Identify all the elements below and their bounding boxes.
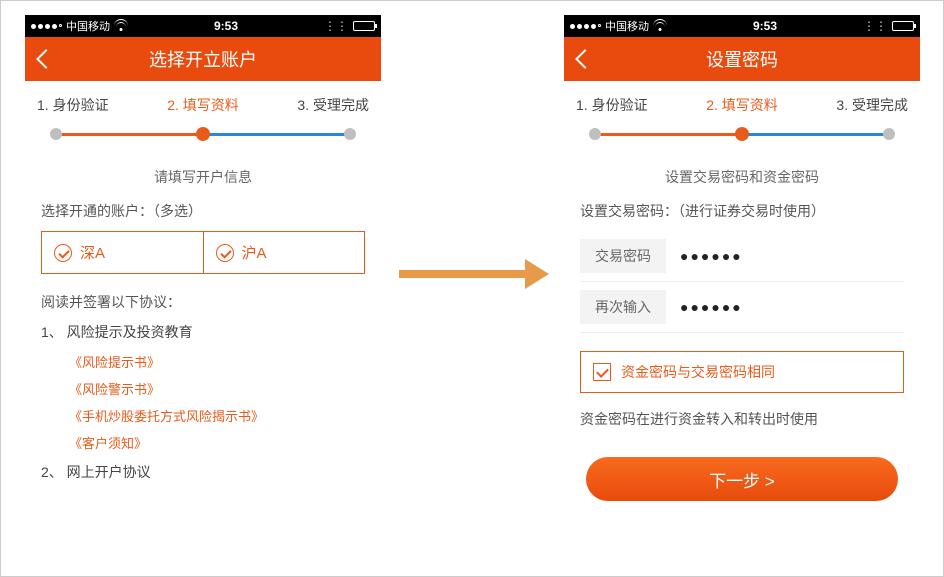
section-subtitle: 设置交易密码和资金密码 bbox=[564, 167, 920, 187]
agreement-link[interactable]: 《手机炒股委托方式风险揭示书》 bbox=[69, 406, 365, 425]
confirm-password-row: 再次输入 ●●●●●● bbox=[580, 282, 904, 333]
fund-password-note: 资金密码在进行资金转入和转出时使用 bbox=[580, 409, 904, 429]
agreement-link[interactable]: 《风险提示书》 bbox=[69, 352, 365, 371]
option-shen-a[interactable]: 深A bbox=[42, 232, 203, 273]
bluetooth-icon: ⋮⋮ bbox=[324, 19, 348, 33]
agreement-link[interactable]: 《风险警示书》 bbox=[69, 379, 365, 398]
transition-arrow-icon bbox=[399, 263, 549, 285]
confirm-password-input[interactable]: ●●●●●● bbox=[680, 299, 743, 315]
dual-phone-frame: 中国移动 9:53 ⋮⋮ 选择开立账户 1. 身份验证 2. 填写资料 3. 受… bbox=[0, 0, 944, 577]
checkbox-icon bbox=[593, 363, 611, 381]
status-time: 9:53 bbox=[214, 19, 238, 33]
back-button[interactable] bbox=[574, 48, 588, 70]
carrier-label: 中国移动 bbox=[66, 18, 110, 34]
step-track bbox=[55, 125, 351, 145]
confirm-password-label: 再次输入 bbox=[580, 290, 666, 324]
status-bar: 中国移动 9:53 ⋮⋮ bbox=[564, 15, 920, 37]
bluetooth-icon: ⋮⋮ bbox=[863, 19, 887, 33]
section-subtitle: 请填写开户信息 bbox=[25, 167, 381, 187]
step-2-label: 2. 填写资料 bbox=[167, 95, 239, 115]
navbar: 选择开立账户 bbox=[25, 37, 381, 81]
step-1-label: 1. 身份验证 bbox=[576, 95, 648, 115]
battery-icon bbox=[892, 21, 914, 31]
status-bar: 中国移动 9:53 ⋮⋮ bbox=[25, 15, 381, 37]
step-indicator: 1. 身份验证 2. 填写资料 3. 受理完成 bbox=[25, 81, 381, 149]
set-trade-password-label: 设置交易密码：（进行证券交易时使用） bbox=[580, 201, 904, 221]
check-icon bbox=[216, 244, 234, 262]
wifi-icon bbox=[653, 21, 667, 31]
page-title: 设置密码 bbox=[706, 46, 778, 72]
accounts-label: 选择开通的账户：（多选） bbox=[41, 201, 365, 221]
carrier-label: 中国移动 bbox=[605, 18, 649, 34]
phone-right: 中国移动 9:53 ⋮⋮ 设置密码 1. 身份验证 2. 填写资料 3. 受理完… bbox=[564, 15, 920, 563]
agreement-section-1: 1、 风险提示及投资教育 bbox=[41, 322, 365, 342]
agreement-section-2: 2、 网上开户协议 bbox=[41, 462, 365, 482]
next-step-button[interactable]: 下一步 > bbox=[586, 457, 898, 501]
signal-dots-icon bbox=[570, 24, 601, 29]
step-3-label: 3. 受理完成 bbox=[836, 95, 908, 115]
signal-dots-icon bbox=[31, 24, 62, 29]
option-label: 深A bbox=[80, 242, 105, 263]
wifi-icon bbox=[114, 21, 128, 31]
back-button[interactable] bbox=[35, 48, 49, 70]
trade-password-label: 交易密码 bbox=[580, 239, 666, 273]
agreement-link[interactable]: 《客户须知》 bbox=[69, 433, 365, 452]
step-indicator: 1. 身份验证 2. 填写资料 3. 受理完成 bbox=[564, 81, 920, 149]
step-2-label: 2. 填写资料 bbox=[706, 95, 778, 115]
status-time: 9:53 bbox=[753, 19, 777, 33]
status-right: ⋮⋮ bbox=[863, 19, 914, 33]
phone-left: 中国移动 9:53 ⋮⋮ 选择开立账户 1. 身份验证 2. 填写资料 3. 受… bbox=[25, 15, 381, 563]
navbar: 设置密码 bbox=[564, 37, 920, 81]
step-track bbox=[594, 125, 890, 145]
step-3-label: 3. 受理完成 bbox=[297, 95, 369, 115]
status-left: 中国移动 bbox=[570, 18, 667, 34]
trade-password-input[interactable]: ●●●●●● bbox=[680, 248, 743, 264]
next-step-label: 下一步 > bbox=[709, 467, 775, 492]
same-password-checkbox[interactable]: 资金密码与交易密码相同 bbox=[580, 351, 904, 393]
agreements-label: 阅读并签署以下协议： bbox=[41, 292, 365, 312]
trade-password-row: 交易密码 ●●●●●● bbox=[580, 231, 904, 282]
page-title: 选择开立账户 bbox=[149, 46, 257, 72]
account-options: 深A 沪A bbox=[41, 231, 365, 274]
step-1-label: 1. 身份验证 bbox=[37, 95, 109, 115]
check-icon bbox=[54, 244, 72, 262]
option-label: 沪A bbox=[242, 242, 267, 263]
agreements-list: 1、 风险提示及投资教育 《风险提示书》 《风险警示书》 《手机炒股委托方式风险… bbox=[41, 322, 365, 482]
status-right: ⋮⋮ bbox=[324, 19, 375, 33]
status-left: 中国移动 bbox=[31, 18, 128, 34]
option-hu-a[interactable]: 沪A bbox=[203, 232, 365, 273]
same-password-label: 资金密码与交易密码相同 bbox=[621, 362, 775, 382]
battery-icon bbox=[353, 21, 375, 31]
